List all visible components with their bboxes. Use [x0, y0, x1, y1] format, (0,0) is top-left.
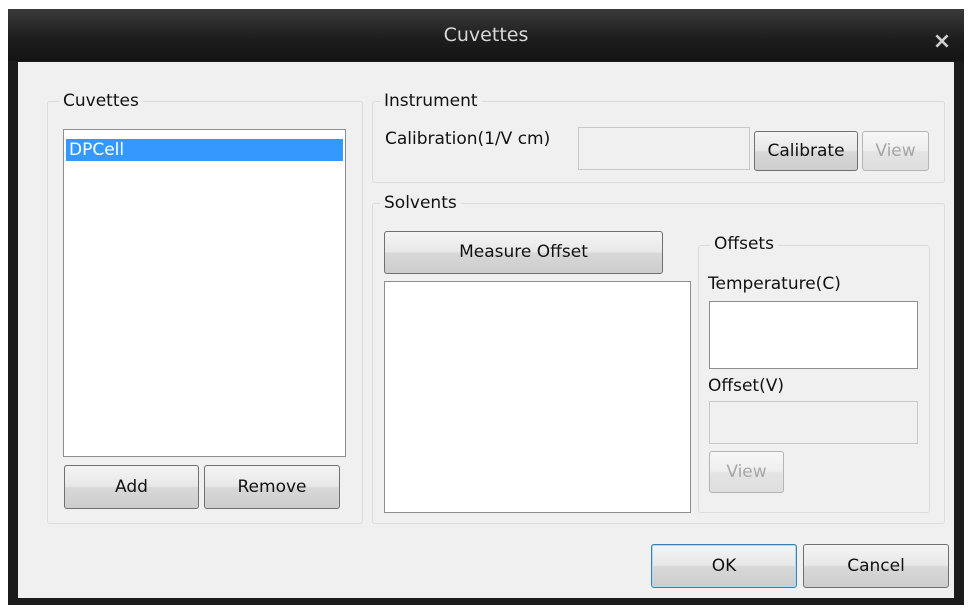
- window-title: Cuvettes: [443, 24, 529, 46]
- calibration-field[interactable]: [578, 127, 750, 170]
- instrument-group-legend: Instrument: [380, 91, 482, 111]
- calibrate-button[interactable]: Calibrate: [754, 131, 858, 171]
- temperature-label: Temperature(C): [708, 274, 841, 294]
- solvents-group-legend: Solvents: [380, 193, 461, 213]
- ok-button[interactable]: OK: [651, 544, 797, 588]
- cancel-button[interactable]: Cancel: [803, 544, 949, 588]
- offset-label: Offset(V): [708, 376, 784, 396]
- close-icon[interactable]: ×: [928, 28, 956, 56]
- list-item-dpcell[interactable]: DPCell: [66, 139, 343, 161]
- temperature-field[interactable]: [709, 301, 918, 369]
- solvents-list[interactable]: [384, 281, 691, 513]
- remove-button[interactable]: Remove: [204, 465, 340, 509]
- add-button[interactable]: Add: [64, 465, 199, 509]
- instrument-view-button[interactable]: View: [862, 131, 929, 171]
- offset-field[interactable]: [709, 401, 918, 444]
- offsets-group-legend: Offsets: [710, 234, 778, 254]
- cuvettes-group-legend: Cuvettes: [59, 91, 143, 111]
- offsets-view-button[interactable]: View: [709, 451, 784, 493]
- cuvettes-list[interactable]: DPCell: [63, 129, 346, 457]
- measure-offset-button[interactable]: Measure Offset: [384, 231, 663, 274]
- calibration-label: Calibration(1/V cm): [385, 129, 551, 149]
